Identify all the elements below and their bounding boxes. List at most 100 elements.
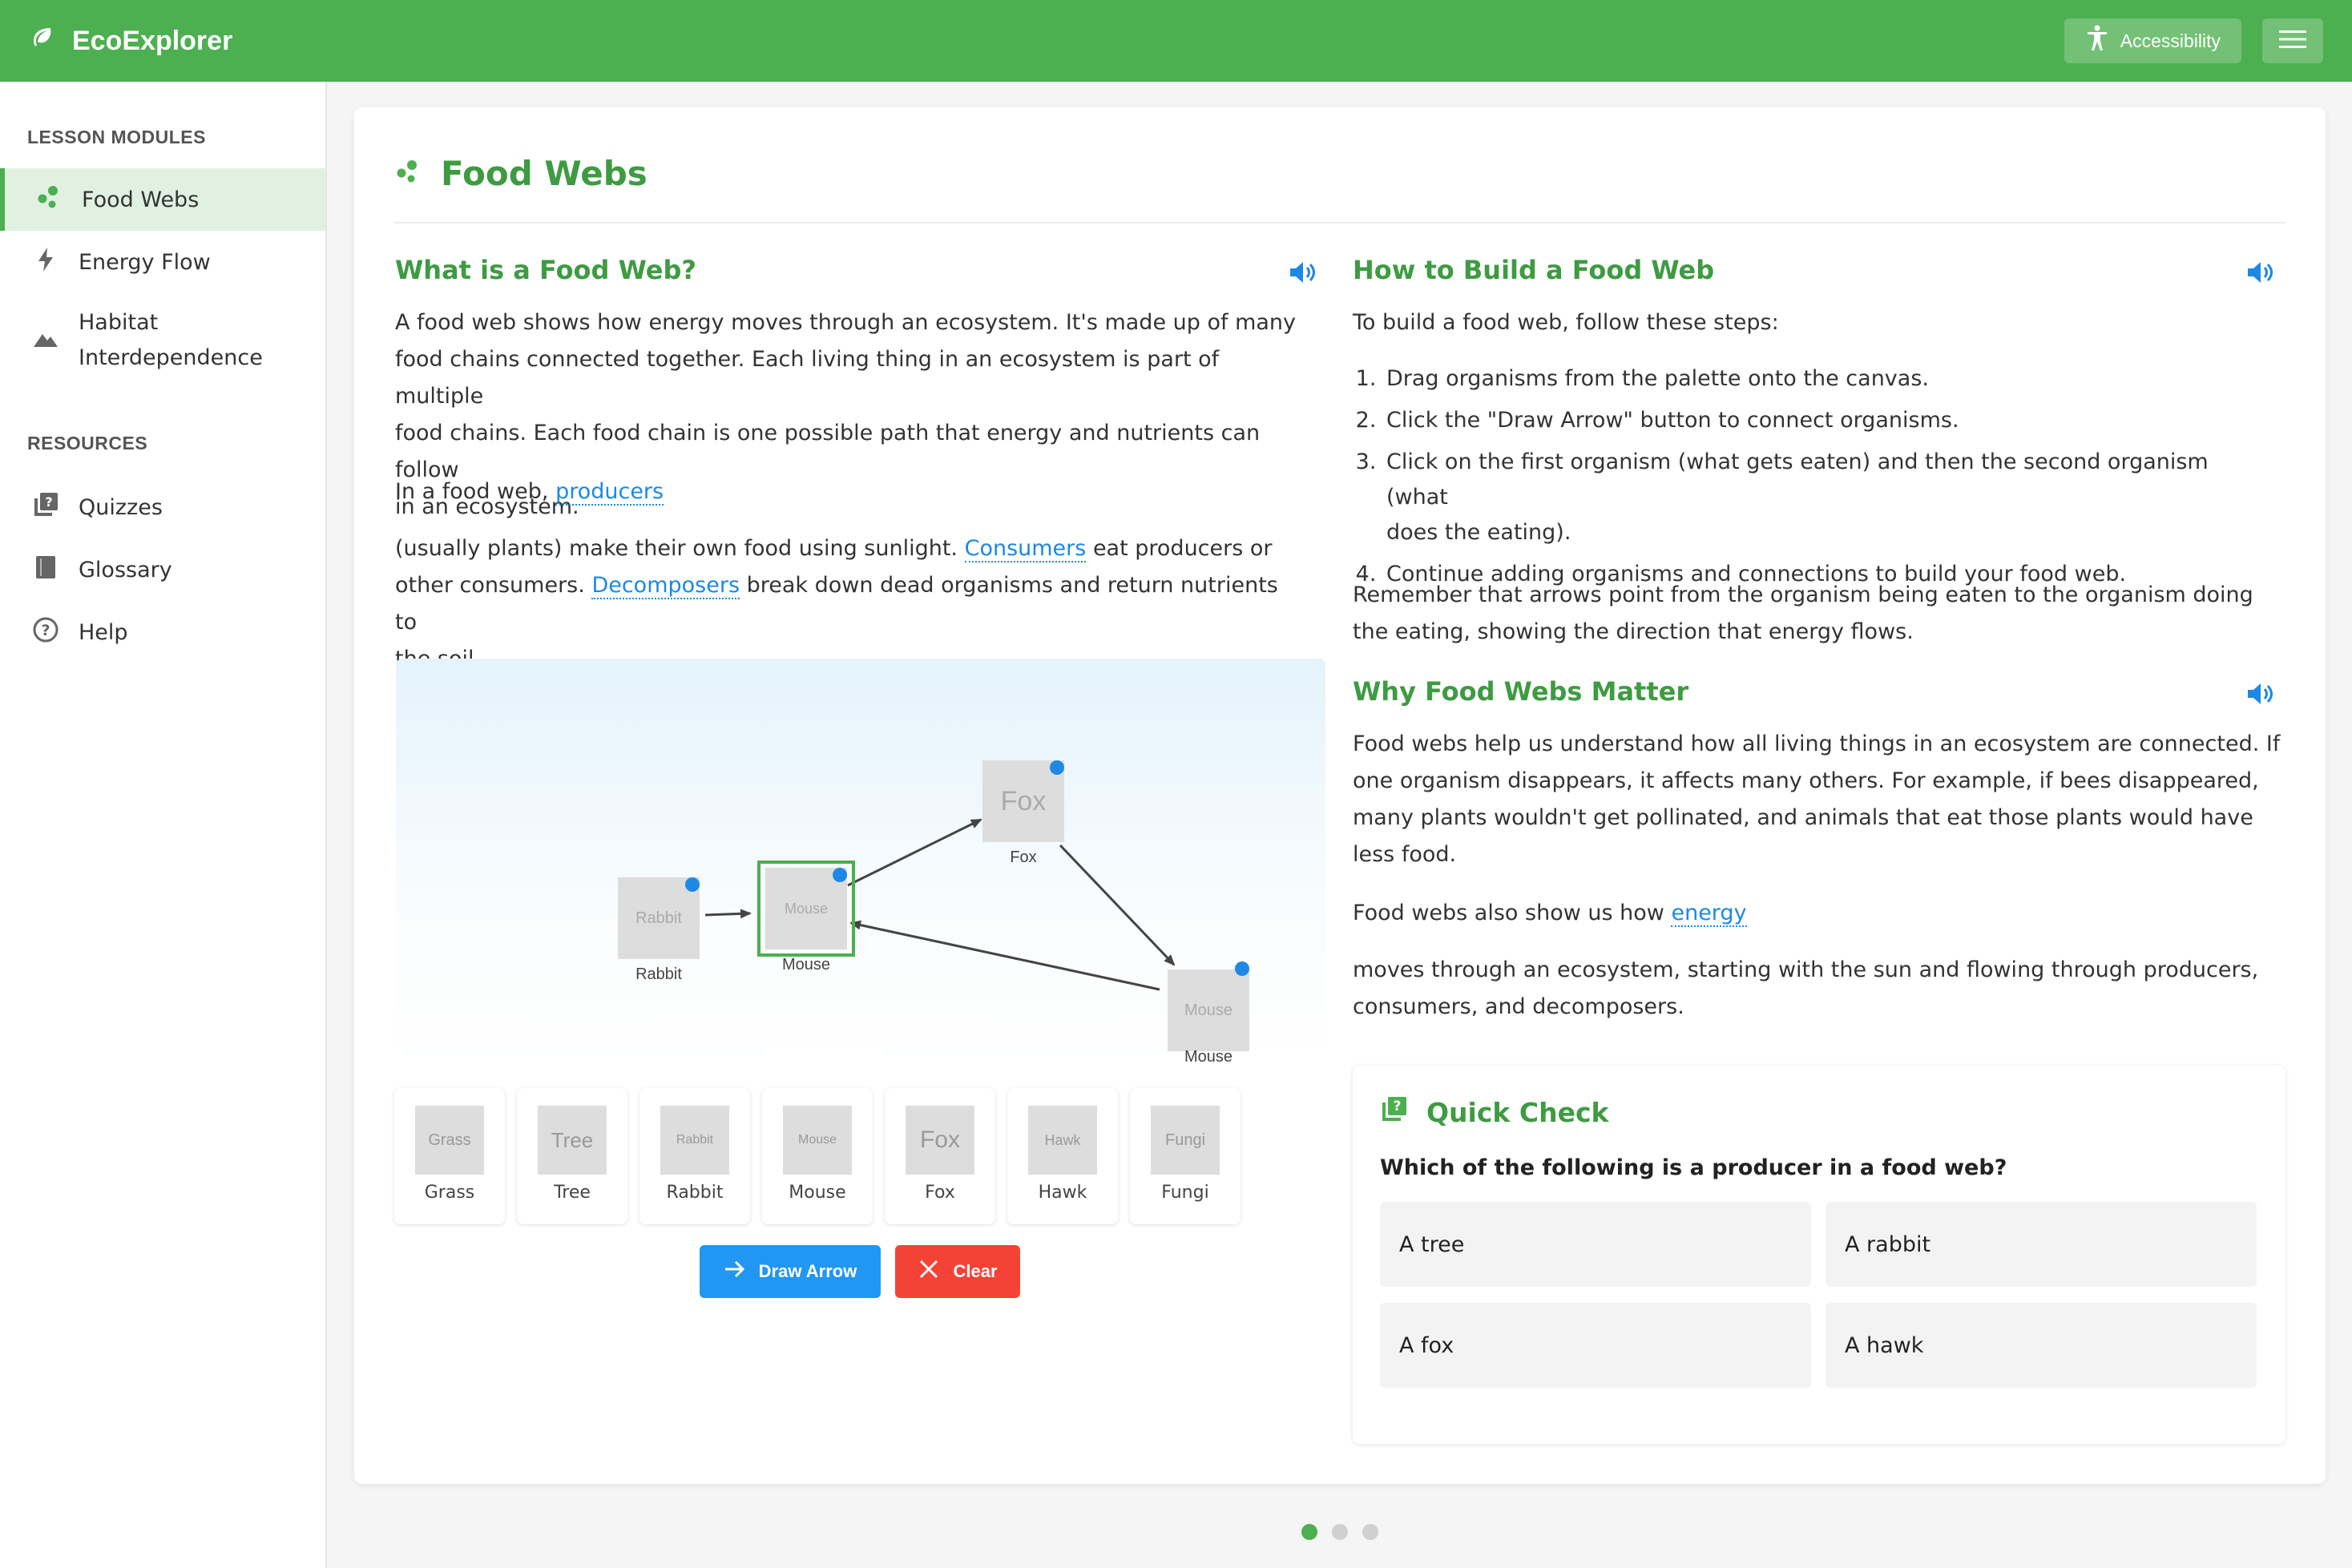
sidebar-item-energy-flow[interactable]: Energy Flow [0, 231, 325, 293]
text-segment: (usually plants) make their own food usi… [395, 536, 958, 561]
text-line: Food webs help us understand how all liv… [1353, 732, 2281, 756]
sidebar-item-help[interactable]: ? Help [0, 601, 325, 663]
palette-item-grass[interactable]: Grass Grass [394, 1088, 505, 1224]
step-item: Click the "Draw Arrow" button to connect… [1383, 403, 2268, 438]
answer-option[interactable]: A tree [1380, 1202, 1811, 1287]
arrow-rabbit-mouse[interactable] [704, 909, 752, 919]
node-label: Mouse [781, 956, 831, 973]
organism-image: Fungi [1151, 1106, 1220, 1175]
answer-option[interactable]: A rabbit [1826, 1202, 2257, 1287]
consumers-link[interactable]: Consumers [964, 536, 1087, 562]
app-title: EcoExplorer [72, 25, 233, 56]
text-segment: other consumers. [395, 573, 585, 598]
clear-label: Clear [953, 1261, 998, 1281]
quiz-icon: ? [1380, 1094, 1409, 1130]
step-item: Drag organisms from the palette onto the… [1383, 361, 2268, 397]
answer-option[interactable]: A fox [1380, 1303, 1811, 1388]
steps-list: Drag organisms from the palette onto the… [1354, 361, 2268, 599]
palette-item-fungi[interactable]: Fungi Fungi [1130, 1088, 1241, 1224]
text-line: Remember that arrows point from the orga… [1353, 582, 2253, 607]
pager-dot-active[interactable] [1301, 1524, 1317, 1540]
connector-dot[interactable] [1235, 961, 1249, 976]
node-label: Fox [1010, 848, 1037, 866]
app-header: EcoExplorer Accessibility [0, 0, 2352, 82]
quick-check-question: Which of the following is a producer in … [1380, 1155, 2007, 1180]
organism-image-text: Tree [551, 1127, 594, 1152]
sidebar-item-label: Glossary [79, 557, 172, 582]
pager-dot[interactable] [1332, 1524, 1348, 1540]
organism-image-text: Rabbit [676, 1133, 714, 1147]
node-label: Rabbit [635, 965, 682, 983]
accessibility-button[interactable]: Accessibility [2064, 18, 2241, 63]
what-is-food-web-heading: What is a Food Web? [395, 255, 696, 285]
organism-image: Hawk [1028, 1106, 1097, 1175]
organism-image-text: Hawk [1044, 1131, 1081, 1148]
organism-label: Fox [925, 1183, 955, 1203]
organism-image-text: Mouse [797, 1133, 837, 1147]
palette-item-tree[interactable]: Tree Tree [517, 1088, 627, 1224]
text-line: one organism disappears, it affects many… [1353, 768, 2259, 793]
producers-link[interactable]: producers [555, 479, 664, 506]
sidebar-item-glossary[interactable]: Glossary [0, 538, 325, 601]
draw-arrow-button[interactable]: Draw Arrow [700, 1245, 881, 1298]
palette-item-mouse[interactable]: Mouse Mouse [762, 1088, 873, 1224]
pager-dot[interactable] [1362, 1524, 1378, 1540]
text-line: consumers, and decomposers. [1353, 994, 1684, 1019]
text-line: many plants wouldn't get pollinated, and… [1353, 805, 2253, 830]
organism-label: Grass [424, 1183, 475, 1203]
node-mouse[interactable]: Mouse [1168, 969, 1249, 1051]
palette-item-fox[interactable]: Fox Fox [885, 1088, 995, 1224]
organism-image-text: Fox [919, 1127, 960, 1153]
food-web-canvas[interactable]: Rabbit Rabbit Mouse Mouse Fox Fox Mouse … [396, 659, 1325, 1067]
connector-dot[interactable] [1050, 760, 1064, 775]
answer-option[interactable]: A hawk [1826, 1303, 2257, 1388]
menu-button[interactable] [2262, 18, 2323, 63]
speaker-icon[interactable] [2245, 679, 2275, 709]
sidebar: LESSON MODULES Food Webs Energy Flow Hab… [0, 82, 327, 1568]
text-line: Click on the first organism (what gets e… [1386, 449, 2209, 510]
step-item: Click on the first organism (what gets e… [1383, 445, 2268, 550]
speaker-icon[interactable] [2245, 257, 2275, 288]
sidebar-item-quizzes[interactable]: ? Quizzes [0, 476, 325, 538]
node-image-text: Fox [1000, 785, 1047, 816]
sidebar-item-label: Help [79, 619, 128, 645]
mountain-icon [32, 324, 59, 357]
text-line: food chains connected together. Each liv… [395, 347, 1220, 409]
quick-check-heading: ? Quick Check [1380, 1094, 1608, 1130]
sidebar-item-label: Energy Flow [79, 249, 211, 275]
clear-button[interactable]: Clear [895, 1245, 1020, 1298]
resources-heading: RESOURCES [27, 433, 148, 453]
page-title-text: Food Webs [441, 154, 648, 193]
text-line: less food. [1353, 842, 1457, 867]
organism-image: Mouse [783, 1106, 852, 1175]
why-paragraph-3: moves through an ecosystem, starting wit… [1353, 952, 2282, 1026]
arrow-mouse-mouse[interactable] [849, 920, 1160, 991]
what-paragraph-3: (usually plants) make their own food usi… [395, 530, 1301, 678]
energy-link[interactable]: energy [1671, 901, 1747, 927]
speaker-icon[interactable] [1287, 257, 1317, 288]
node-image-text: Rabbit [635, 909, 682, 927]
decomposers-link[interactable]: Decomposers [591, 573, 740, 599]
svg-text:?: ? [1394, 1098, 1402, 1115]
sidebar-item-habitat-interdependence[interactable]: Habitat Interdependence [0, 301, 325, 380]
text-segment: eat producers or [1092, 536, 1273, 561]
accessibility-label: Accessibility [2120, 30, 2221, 51]
connector-dot[interactable] [833, 868, 847, 882]
palette-item-rabbit[interactable]: Rabbit Rabbit [639, 1088, 750, 1224]
sidebar-item-food-webs[interactable]: Food Webs [0, 168, 325, 231]
node-label: Mouse [1184, 1048, 1233, 1066]
palette-item-hawk[interactable]: Hawk Hawk [1007, 1088, 1118, 1224]
close-icon [918, 1258, 940, 1285]
text-segment: Food webs also show us how [1353, 901, 1664, 925]
organism-label: Fungi [1161, 1183, 1209, 1203]
connector-dot[interactable] [685, 877, 700, 892]
organism-image-text: Fungi [1164, 1131, 1206, 1149]
hamburger-icon [2279, 29, 2306, 53]
food-web-icon [394, 154, 422, 193]
quiz-icon: ? [32, 491, 59, 524]
organism-image: Grass [415, 1106, 484, 1175]
brand[interactable]: EcoExplorer [29, 25, 232, 58]
leaf-icon [29, 25, 54, 58]
draw-arrow-label: Draw Arrow [758, 1261, 857, 1281]
organism-image: Tree [538, 1106, 607, 1175]
